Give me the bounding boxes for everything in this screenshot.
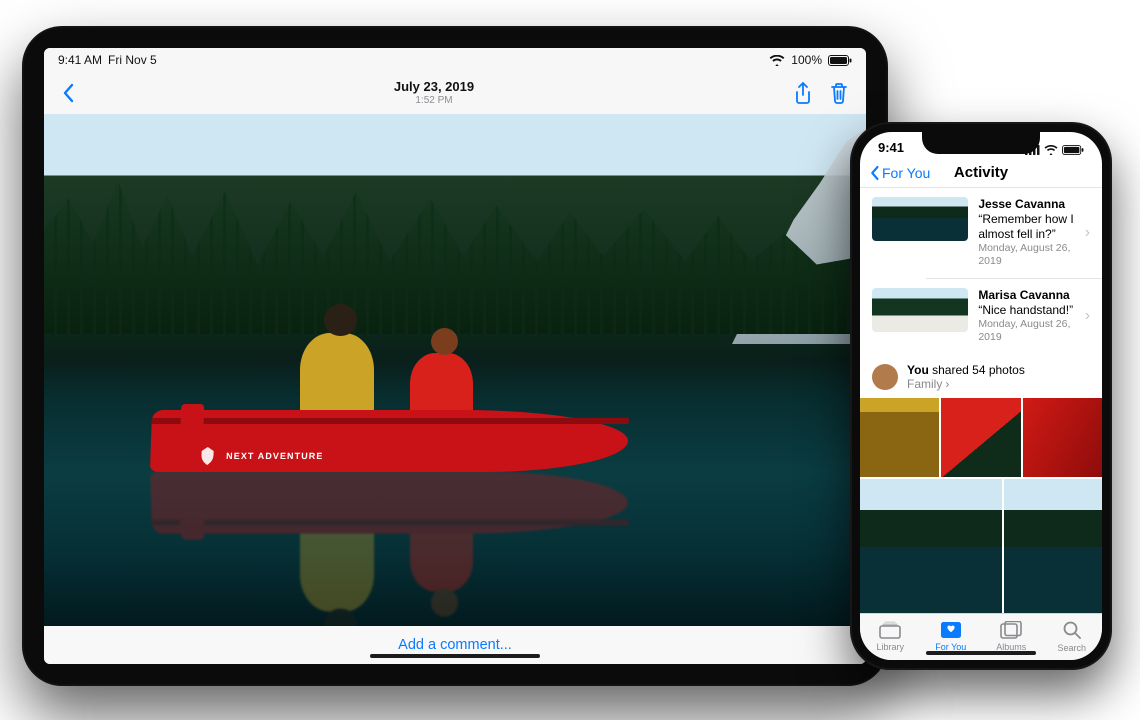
back-label: For You <box>882 165 930 181</box>
shared-section-header[interactable]: You shared 54 photos Family › <box>860 353 1102 398</box>
photo-content: NEXT ADVENTURE <box>44 114 866 626</box>
ipad-status-time: 9:41 AM <box>58 53 102 67</box>
ipad-navbar: July 23, 2019 1:52 PM <box>44 72 866 114</box>
chevron-right-icon: › <box>1085 307 1090 325</box>
activity-item[interactable]: Jesse Cavanna “Remember how I almost fel… <box>860 188 1102 277</box>
for-you-icon <box>940 621 962 639</box>
albums-icon <box>1000 621 1022 639</box>
back-button[interactable]: For You <box>870 165 930 181</box>
wifi-icon <box>1044 145 1058 155</box>
share-button[interactable] <box>794 82 812 104</box>
photo-tile[interactable] <box>941 398 1020 477</box>
battery-icon <box>1062 145 1084 155</box>
activity-date: Monday, August 26, 2019 <box>978 242 1074 268</box>
iphone-home-indicator[interactable] <box>926 651 1036 655</box>
activity-list[interactable]: Jesse Cavanna “Remember how I almost fel… <box>860 188 1102 612</box>
trash-button[interactable] <box>830 82 848 104</box>
activity-message: “Remember how I almost fell in?” <box>978 212 1073 241</box>
photo-time: 1:52 PM <box>415 95 452 107</box>
ipad-screen: 9:41 AM Fri Nov 5 100% July 23, <box>44 48 866 664</box>
canoe-illustration: NEXT ADVENTURE <box>151 360 628 473</box>
iphone-navbar: For You Activity <box>860 158 1102 189</box>
shared-you: You <box>907 363 929 377</box>
photo-grid-row <box>860 398 1102 479</box>
iphone-status-time: 9:41 <box>878 140 904 155</box>
ipad-home-indicator[interactable] <box>370 654 540 658</box>
tab-library[interactable]: Library <box>860 614 921 660</box>
wifi-icon <box>769 55 785 66</box>
photo-grid-row <box>860 479 1102 613</box>
comment-bar: Add a comment... <box>44 626 866 664</box>
photo-tile[interactable] <box>860 398 939 477</box>
activity-message: “Nice handstand!” <box>978 303 1073 317</box>
add-comment-button[interactable]: Add a comment... <box>398 637 512 653</box>
chevron-right-icon: › <box>1085 224 1090 242</box>
activity-date: Monday, August 26, 2019 <box>978 318 1074 344</box>
notch <box>922 132 1040 154</box>
photo-tile[interactable] <box>860 479 1002 613</box>
shared-album: Family <box>907 377 942 391</box>
battery-icon <box>828 55 852 66</box>
activity-item[interactable]: Marisa Cavanna “Nice handstand!” Monday,… <box>860 279 1102 353</box>
photo-tile[interactable] <box>1004 479 1102 613</box>
tab-label: Library <box>876 642 904 652</box>
ipad-status-date: Fri Nov 5 <box>108 53 157 67</box>
ipad-device: 9:41 AM Fri Nov 5 100% July 23, <box>22 26 888 686</box>
tab-search[interactable]: Search <box>1042 614 1103 660</box>
photo-tile[interactable] <box>1023 398 1102 477</box>
tab-label: Search <box>1057 643 1086 653</box>
iphone-device: 9:41 For You Activity Jesse Cavanna “Rem… <box>850 122 1112 670</box>
chevron-right-icon: › <box>945 377 949 391</box>
activity-user: Jesse Cavanna <box>978 197 1065 211</box>
library-icon <box>879 621 901 639</box>
ipad-statusbar: 9:41 AM Fri Nov 5 100% <box>44 48 866 72</box>
avatar <box>872 364 898 390</box>
canoe-badge-text: NEXT ADVENTURE <box>226 451 324 461</box>
activity-user: Marisa Cavanna <box>978 288 1069 302</box>
back-button[interactable] <box>62 83 74 103</box>
activity-thumb <box>872 197 968 241</box>
shared-text: shared 54 photos <box>929 363 1025 377</box>
ipad-status-battery-pct: 100% <box>791 53 822 67</box>
photo-date: July 23, 2019 <box>394 80 474 95</box>
activity-thumb <box>872 288 968 332</box>
page-title: Activity <box>954 164 1008 181</box>
search-icon <box>1062 620 1082 640</box>
iphone-screen: 9:41 For You Activity Jesse Cavanna “Rem… <box>860 132 1102 660</box>
photo-viewer[interactable]: NEXT ADVENTURE <box>44 114 866 626</box>
